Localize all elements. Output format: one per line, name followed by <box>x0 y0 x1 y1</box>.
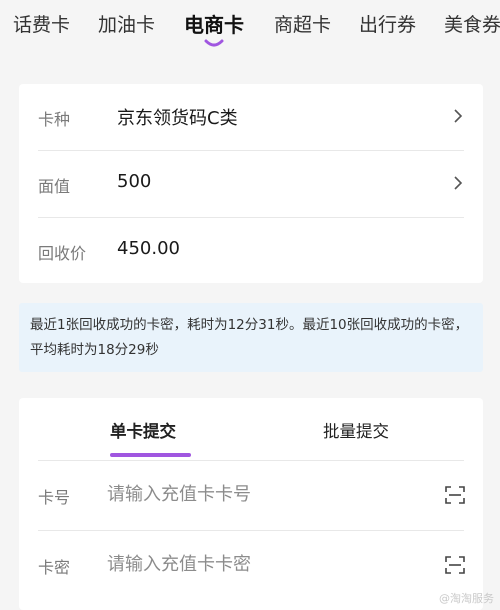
card-info-panel: 卡种 京东领货码C类 面值 500 回收价 450.00 <box>19 84 483 283</box>
card-password-input[interactable] <box>107 546 407 582</box>
tab-travel-voucher[interactable]: 出行券 <box>359 10 416 37</box>
active-subtab-underline <box>110 453 191 457</box>
card-number-input[interactable] <box>107 476 407 512</box>
recycle-price-label: 回收价 <box>38 244 87 263</box>
watermark: @淘淘服务 <box>439 592 494 605</box>
card-number-label: 卡号 <box>38 488 71 507</box>
card-password-row: 卡密 <box>19 532 483 600</box>
card-type-label: 卡种 <box>38 110 71 129</box>
chevron-right-icon <box>454 109 463 123</box>
tab-phone-card[interactable]: 话费卡 <box>13 10 70 37</box>
tab-ecommerce-card[interactable]: 电商卡 <box>184 9 244 38</box>
card-password-label: 卡密 <box>38 558 71 577</box>
tab-food-voucher[interactable]: 美食券 <box>444 10 500 37</box>
face-value-row[interactable]: 面值 500 <box>19 151 483 217</box>
recycle-price-value: 450.00 <box>117 238 180 259</box>
chevron-right-icon <box>454 176 463 190</box>
divider <box>38 460 464 461</box>
recycle-price-row: 回收价 450.00 <box>19 218 483 284</box>
card-type-row[interactable]: 卡种 京东领货码C类 <box>19 84 483 150</box>
face-value-label: 面值 <box>38 177 71 196</box>
tab-batch-submit[interactable]: 批量提交 <box>323 418 389 442</box>
submit-panel: 单卡提交 批量提交 卡号 卡密 <box>19 398 483 610</box>
recycle-time-notice: 最近1张回收成功的卡密，耗时为12分31秒。最近10张回收成功的卡密，平均耗时为… <box>19 303 483 372</box>
active-tab-indicator <box>204 39 224 47</box>
card-type-value: 京东领货码C类 <box>117 108 238 129</box>
face-value-value: 500 <box>117 171 152 192</box>
divider <box>38 530 464 531</box>
card-number-row: 卡号 <box>19 462 483 530</box>
tab-single-submit[interactable]: 单卡提交 <box>110 418 176 442</box>
tab-supermarket-card[interactable]: 商超卡 <box>274 10 331 37</box>
scan-icon[interactable] <box>445 486 465 504</box>
tab-fuel-card[interactable]: 加油卡 <box>98 10 155 37</box>
category-tabs: 话费卡 加油卡 电商卡 商超卡 出行券 美食券 <box>0 0 500 62</box>
scan-icon[interactable] <box>445 556 465 574</box>
